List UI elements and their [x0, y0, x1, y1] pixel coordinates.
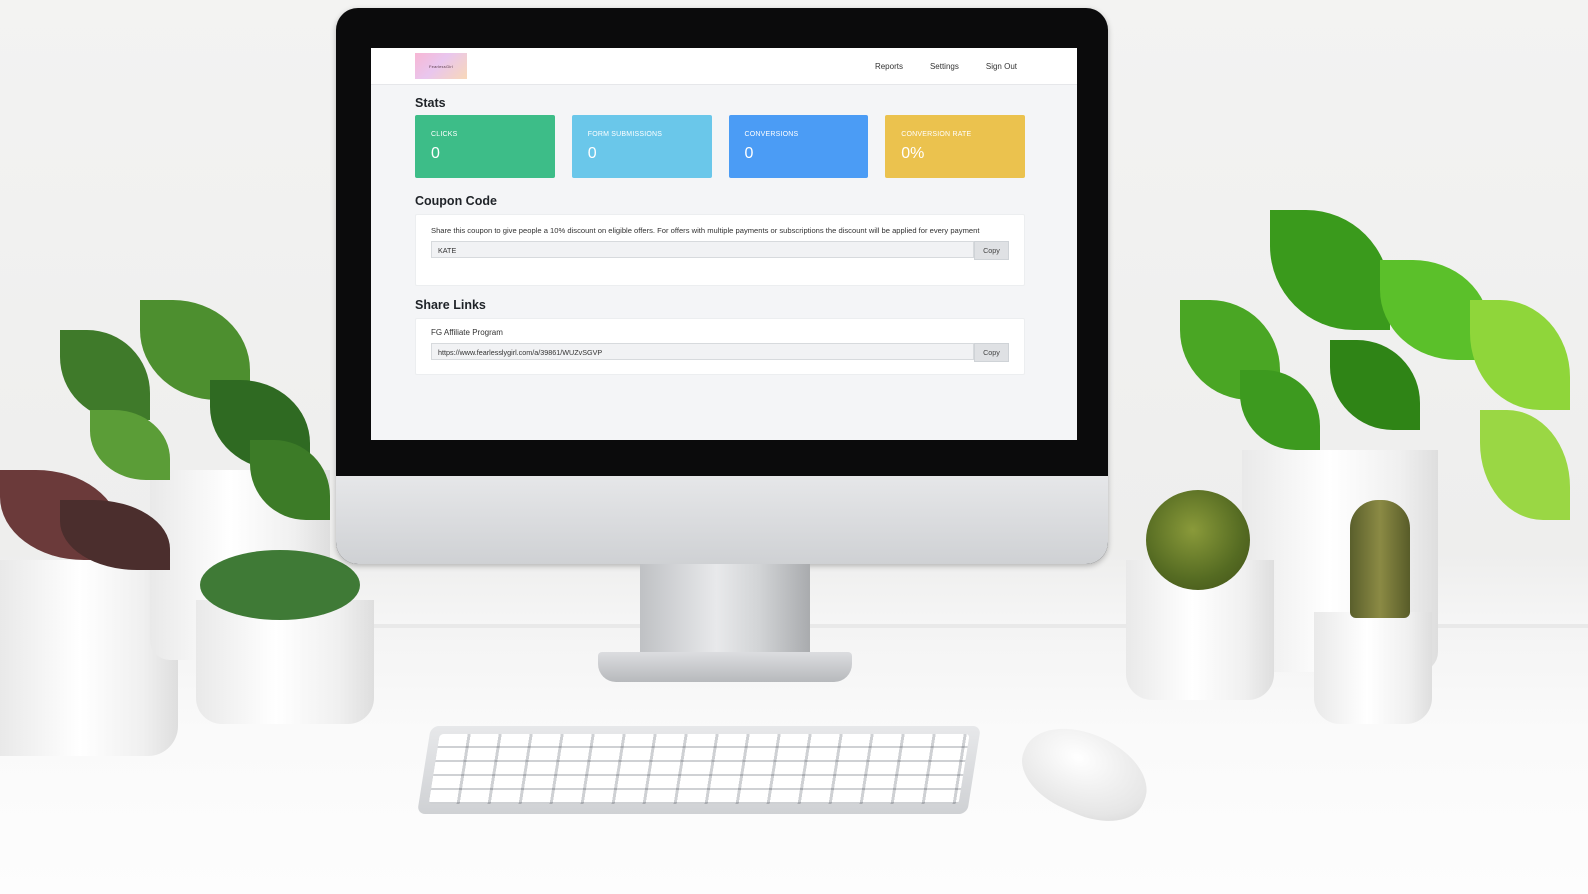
share-link-name: FG Affiliate Program	[431, 328, 503, 337]
stats-heading: Stats	[415, 96, 446, 110]
stat-value: 0%	[901, 145, 925, 162]
stat-value: 0	[744, 145, 754, 162]
stat-label: CONVERSIONS	[744, 131, 799, 138]
coupon-description: Share this coupon to give people a 10% d…	[431, 226, 980, 235]
coupon-input-group: KATE Copy	[431, 241, 1009, 260]
stat-card-conversion-rate: CONVERSION RATE 0%	[885, 115, 1025, 178]
coupon-code-field[interactable]: KATE	[431, 241, 974, 258]
share-link-input-group: https://www.fearlesslygirl.com/a/39861/W…	[431, 343, 1009, 362]
keyboard	[417, 726, 981, 814]
share-link-card: FG Affiliate Program https://www.fearles…	[415, 318, 1025, 375]
nav-links: Reports Settings Sign Out	[875, 48, 1017, 84]
nav-link-reports[interactable]: Reports	[875, 62, 903, 71]
stat-card-conversions: CONVERSIONS 0	[728, 115, 869, 178]
share-link-url-field[interactable]: https://www.fearlesslygirl.com/a/39861/W…	[431, 343, 974, 360]
cactus-tall	[1350, 500, 1410, 618]
share-links-heading: Share Links	[415, 298, 486, 312]
stat-card-form-submissions: FORM SUBMISSIONS 0	[571, 115, 712, 178]
stat-value: 0	[431, 145, 440, 162]
nav-link-sign-out[interactable]: Sign Out	[986, 62, 1017, 71]
logo-text: FearlessGirl	[429, 63, 453, 69]
stat-card-clicks: CLICKS 0	[415, 115, 555, 178]
brand-logo[interactable]: FearlessGirl	[415, 53, 467, 79]
stats-row: CLICKS 0 FORM SUBMISSIONS 0 CONVERSIONS …	[415, 115, 1025, 178]
main-content: Stats CLICKS 0 FORM SUBMISSIONS 0 CONVER…	[415, 96, 1025, 375]
keyboard-keys	[428, 734, 970, 804]
top-navbar: FearlessGirl Reports Settings Sign Out	[371, 48, 1077, 85]
coupon-copy-button[interactable]: Copy	[974, 241, 1009, 260]
browser-screen: FearlessGirl Reports Settings Sign Out S…	[371, 48, 1077, 440]
cactus-pot-right	[1314, 612, 1432, 724]
imac-stand	[640, 564, 810, 664]
stat-value: 0	[587, 145, 597, 162]
stat-label: FORM SUBMISSIONS	[587, 131, 663, 138]
stat-label: CONVERSION RATE	[901, 131, 972, 138]
imac-chin	[336, 476, 1108, 564]
share-link-copy-button[interactable]: Copy	[974, 343, 1009, 362]
cactus-round	[1146, 490, 1250, 590]
nav-link-settings[interactable]: Settings	[930, 62, 959, 71]
coupon-heading: Coupon Code	[415, 194, 497, 208]
imac-stand-base	[598, 652, 852, 682]
coupon-card: Share this coupon to give people a 10% d…	[415, 214, 1025, 286]
stat-label: CLICKS	[431, 131, 458, 138]
